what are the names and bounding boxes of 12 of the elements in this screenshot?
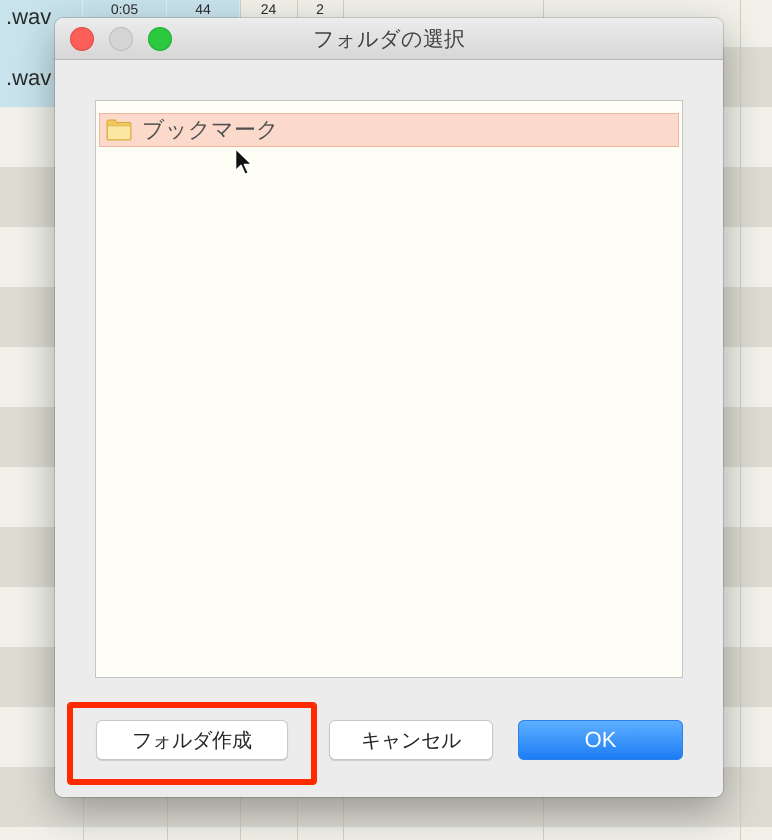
dialog-button[interactable]: キャンセル [329, 720, 493, 760]
table-cell-text: 2 [315, 0, 325, 18]
table-cell: 44 [167, 0, 240, 18]
zoom-icon[interactable] [148, 26, 172, 50]
cursor-icon [234, 147, 254, 177]
dialog-title: フォルダの選択 [313, 26, 465, 52]
close-icon[interactable] [70, 26, 94, 50]
table-cell-text: 24 [260, 0, 278, 18]
table-cell: 0:05 [83, 0, 167, 18]
folder-icon [106, 119, 132, 141]
dialog-button[interactable]: フォルダ作成 [96, 720, 288, 760]
folder-list-item[interactable]: ブックマーク [99, 113, 679, 147]
